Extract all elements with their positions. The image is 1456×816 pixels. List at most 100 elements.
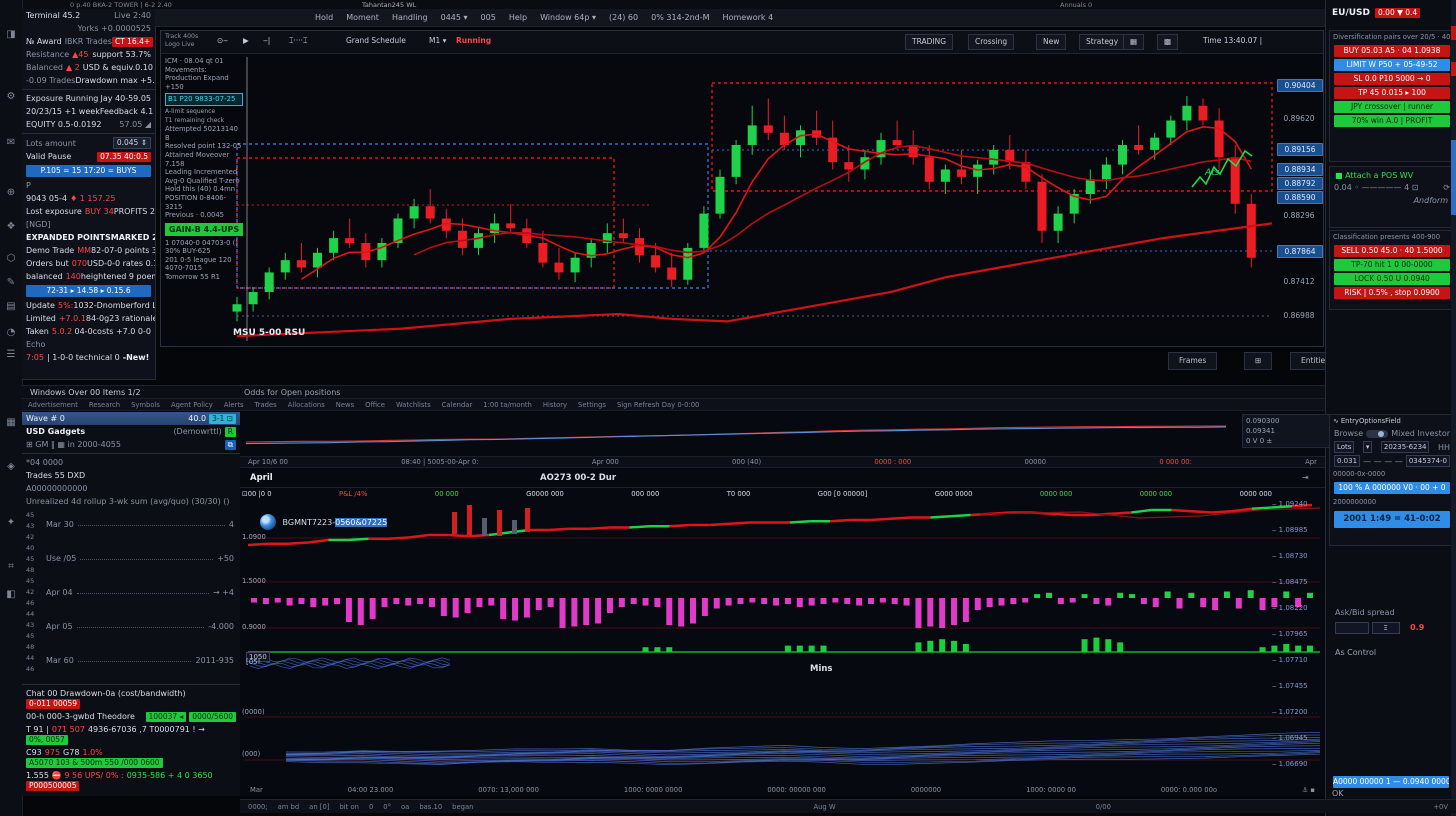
signal-band[interactable]: BUY 05.03 A5 · 04 1.0938 <box>1334 45 1450 57</box>
schedule-label[interactable]: Grand Schedule <box>346 36 406 45</box>
mail-icon[interactable]: ✉ <box>4 136 18 150</box>
bottom-tab[interactable]: Calendar <box>442 401 473 409</box>
bottom-tab[interactable]: News <box>336 401 354 409</box>
rollup-row[interactable]: Use /05+50 <box>40 552 240 565</box>
grid-icon[interactable]: ❖ <box>4 220 18 234</box>
log-row[interactable]: 1.555⛔ 9 56 UPS/ 0% :0935-586 + 4 0 3650… <box>22 769 240 792</box>
log-row[interactable]: C93975G781.0%A5070 103 & 500m 550 /000 0… <box>22 746 240 769</box>
classification-band[interactable]: LOCK 0.50 U 0.0940 <box>1334 273 1450 285</box>
highlight-band[interactable]: 72-31 ▸ 14.58 ▸ 0.15.6 <box>26 285 151 297</box>
bottom-tab[interactable]: Watchlists <box>396 401 431 409</box>
spread-stepper[interactable]: Ξ <box>1372 622 1400 634</box>
lots-value-field[interactable]: 20235-6234 <box>1381 441 1430 453</box>
highlight-band[interactable]: P.105 = 15 17:20 = BUYS <box>26 165 151 177</box>
indicator-chart[interactable] <box>240 488 1325 784</box>
menu-item[interactable]: Homework 4 <box>723 13 774 22</box>
lots-button[interactable]: Lots <box>1334 441 1354 453</box>
bottom-tab[interactable]: History <box>543 401 567 409</box>
status-item[interactable]: bas.10 <box>419 803 442 811</box>
status-item[interactable]: began <box>452 803 473 811</box>
hex-icon[interactable]: ⬡ <box>4 252 18 266</box>
step-id-field[interactable]: 0345374-0 <box>1406 455 1450 467</box>
rows-icon[interactable]: ▤ <box>4 300 18 314</box>
add-icon[interactable]: ⊕ <box>4 186 18 200</box>
menu-item[interactable]: Moment <box>346 13 379 22</box>
diamond-icon[interactable]: ◈ <box>4 460 18 474</box>
menu-item[interactable]: Handling <box>392 13 428 22</box>
signal-band[interactable]: TP 45 0.015 ▸ 100 <box>1334 87 1450 99</box>
mini-line-chart[interactable] <box>240 412 1238 454</box>
chart-footer-button-⊞[interactable]: ⊞ <box>1244 352 1272 370</box>
step-value-field[interactable]: 0.031 <box>1334 455 1360 467</box>
bottom-tab[interactable]: Alerts <box>224 401 244 409</box>
rollup-row[interactable]: Apr 05-4.000 <box>40 620 240 633</box>
status-item[interactable]: an [0] <box>309 803 329 811</box>
bottom-tab[interactable]: Trades <box>255 401 277 409</box>
timeframe-select[interactable]: M1 ▾ <box>429 36 446 45</box>
status-item[interactable]: bit on <box>339 803 359 811</box>
menu-icon[interactable]: ☰ <box>4 348 18 362</box>
menu-item[interactable]: Window 64p ▾ <box>540 13 596 22</box>
selected-badge[interactable]: 3-1 ⊡ <box>209 414 236 424</box>
menu-item[interactable]: 005 <box>481 13 496 22</box>
menu-item[interactable]: 0445 ▾ <box>441 13 468 22</box>
bottom-tab[interactable]: Settings <box>578 401 606 409</box>
status-item[interactable]: am bd <box>278 803 300 811</box>
signal-band[interactable]: 70% win A.0 | PROFIT <box>1334 115 1450 127</box>
scroll-thumb[interactable] <box>1451 140 1456 215</box>
classification-band[interactable]: RISK | 0.5% , stop 0.0900 <box>1334 287 1450 299</box>
toolbar-icon-1[interactable]: ▶ <box>243 36 249 45</box>
refresh-icon[interactable]: ⟳ <box>1443 182 1450 193</box>
value-badge[interactable]: 07.35 40:0.5 <box>97 152 151 162</box>
attach-pos-row[interactable]: 0.04 ◦ ————— 4 ⊡⟳ <box>1330 181 1454 194</box>
selected-list-row[interactable]: Wave # 040.03-1 ⊡ <box>22 412 240 425</box>
edit-icon[interactable]: ✎ <box>4 276 18 290</box>
bottom-tab[interactable]: Agent Policy <box>171 401 213 409</box>
menu-item[interactable]: Help <box>509 13 527 22</box>
menu-item[interactable]: 0% 314-2nd-M <box>651 13 709 22</box>
sidebar-symbol[interactable]: EU/USD <box>1332 8 1370 18</box>
table-icon[interactable]: ▦ <box>4 416 18 430</box>
spread-box-1[interactable] <box>1335 622 1369 634</box>
log-row[interactable]: 00-h 000-3-gwbd Theodore100037 ◂0000/560… <box>22 710 240 723</box>
gear-icon[interactable]: ⚙ <box>4 90 18 104</box>
lots-dropdown[interactable]: ▾ <box>1363 441 1373 453</box>
chart-footer-button-frames[interactable]: Frames <box>1168 352 1217 370</box>
value-badge[interactable]: CT 16.4+ <box>112 37 153 47</box>
log-row[interactable]: Chat 00 Drawdown-0a (cost/bandwidth)0-01… <box>22 687 240 710</box>
investor-toggle[interactable] <box>1366 430 1388 438</box>
clock-icon[interactable]: ◔ <box>4 326 18 340</box>
allocation-bar[interactable]: 100 % A 000000 V0 · 00 + 0 <box>1334 482 1450 494</box>
autoscroll-band[interactable]: A0000 00000 1 — 0.0940 000000 <box>1329 774 1453 790</box>
submit-order-button[interactable]: 2001 1:49 = 41-0:02 <box>1334 511 1450 528</box>
toolbar-icon-button-0[interactable]: ▦ <box>1123 34 1144 50</box>
toolbar-icon-3[interactable]: ⌶····⌶ <box>289 36 308 46</box>
signal-band[interactable]: LIMIT W P50 + 05-49-52 <box>1334 59 1450 71</box>
status-item[interactable]: 0° <box>383 803 391 811</box>
bottom-tab[interactable]: Research <box>89 401 120 409</box>
period-next-icon[interactable]: ⇥ <box>1302 473 1309 482</box>
rollup-row[interactable]: Mar 304 <box>40 518 240 531</box>
status-item[interactable]: 0000; <box>248 803 268 811</box>
hash-icon[interactable]: ⌗ <box>4 560 18 574</box>
symbol-row[interactable]: USD Gadgets(Demowrttl)R <box>22 425 240 438</box>
bottom-tab[interactable]: Symbols <box>131 401 160 409</box>
status-item[interactable]: 0 <box>369 803 373 811</box>
menu-item[interactable]: Hold <box>315 13 333 22</box>
rollup-row[interactable]: Apr 04→ +4 <box>40 586 240 599</box>
bottom-tab[interactable]: Allocations <box>288 401 325 409</box>
toolbar-icon-0[interactable]: ⊙‒ <box>217 36 228 45</box>
candlestick-chart[interactable]: Ats <box>161 53 1321 344</box>
overlay-quote-box[interactable]: B1 P20 9833-07-25 <box>165 93 243 106</box>
classification-band[interactable]: SELL 0.50 45.0 · 40 1.5000 <box>1334 245 1450 257</box>
toolbar-button-crossing[interactable]: Crossing <box>968 34 1014 50</box>
ok-label[interactable]: OK <box>1332 789 1344 798</box>
signal-band[interactable]: SL 0.0 P10 5000 → 0 <box>1334 73 1450 85</box>
toolbar-button-strategy[interactable]: Strategy <box>1079 34 1125 50</box>
classification-band[interactable]: TP-70 hit 1 0 00-0000 <box>1334 259 1450 271</box>
toolbar-button-new[interactable]: New <box>1036 34 1066 50</box>
toolbar-icon-button-1[interactable]: ▩ <box>1157 34 1178 50</box>
sidebar-scrollbar[interactable] <box>1451 0 1456 816</box>
toolbar-button-trading[interactable]: TRADING <box>905 34 953 50</box>
star-icon[interactable]: ✦ <box>4 516 18 530</box>
